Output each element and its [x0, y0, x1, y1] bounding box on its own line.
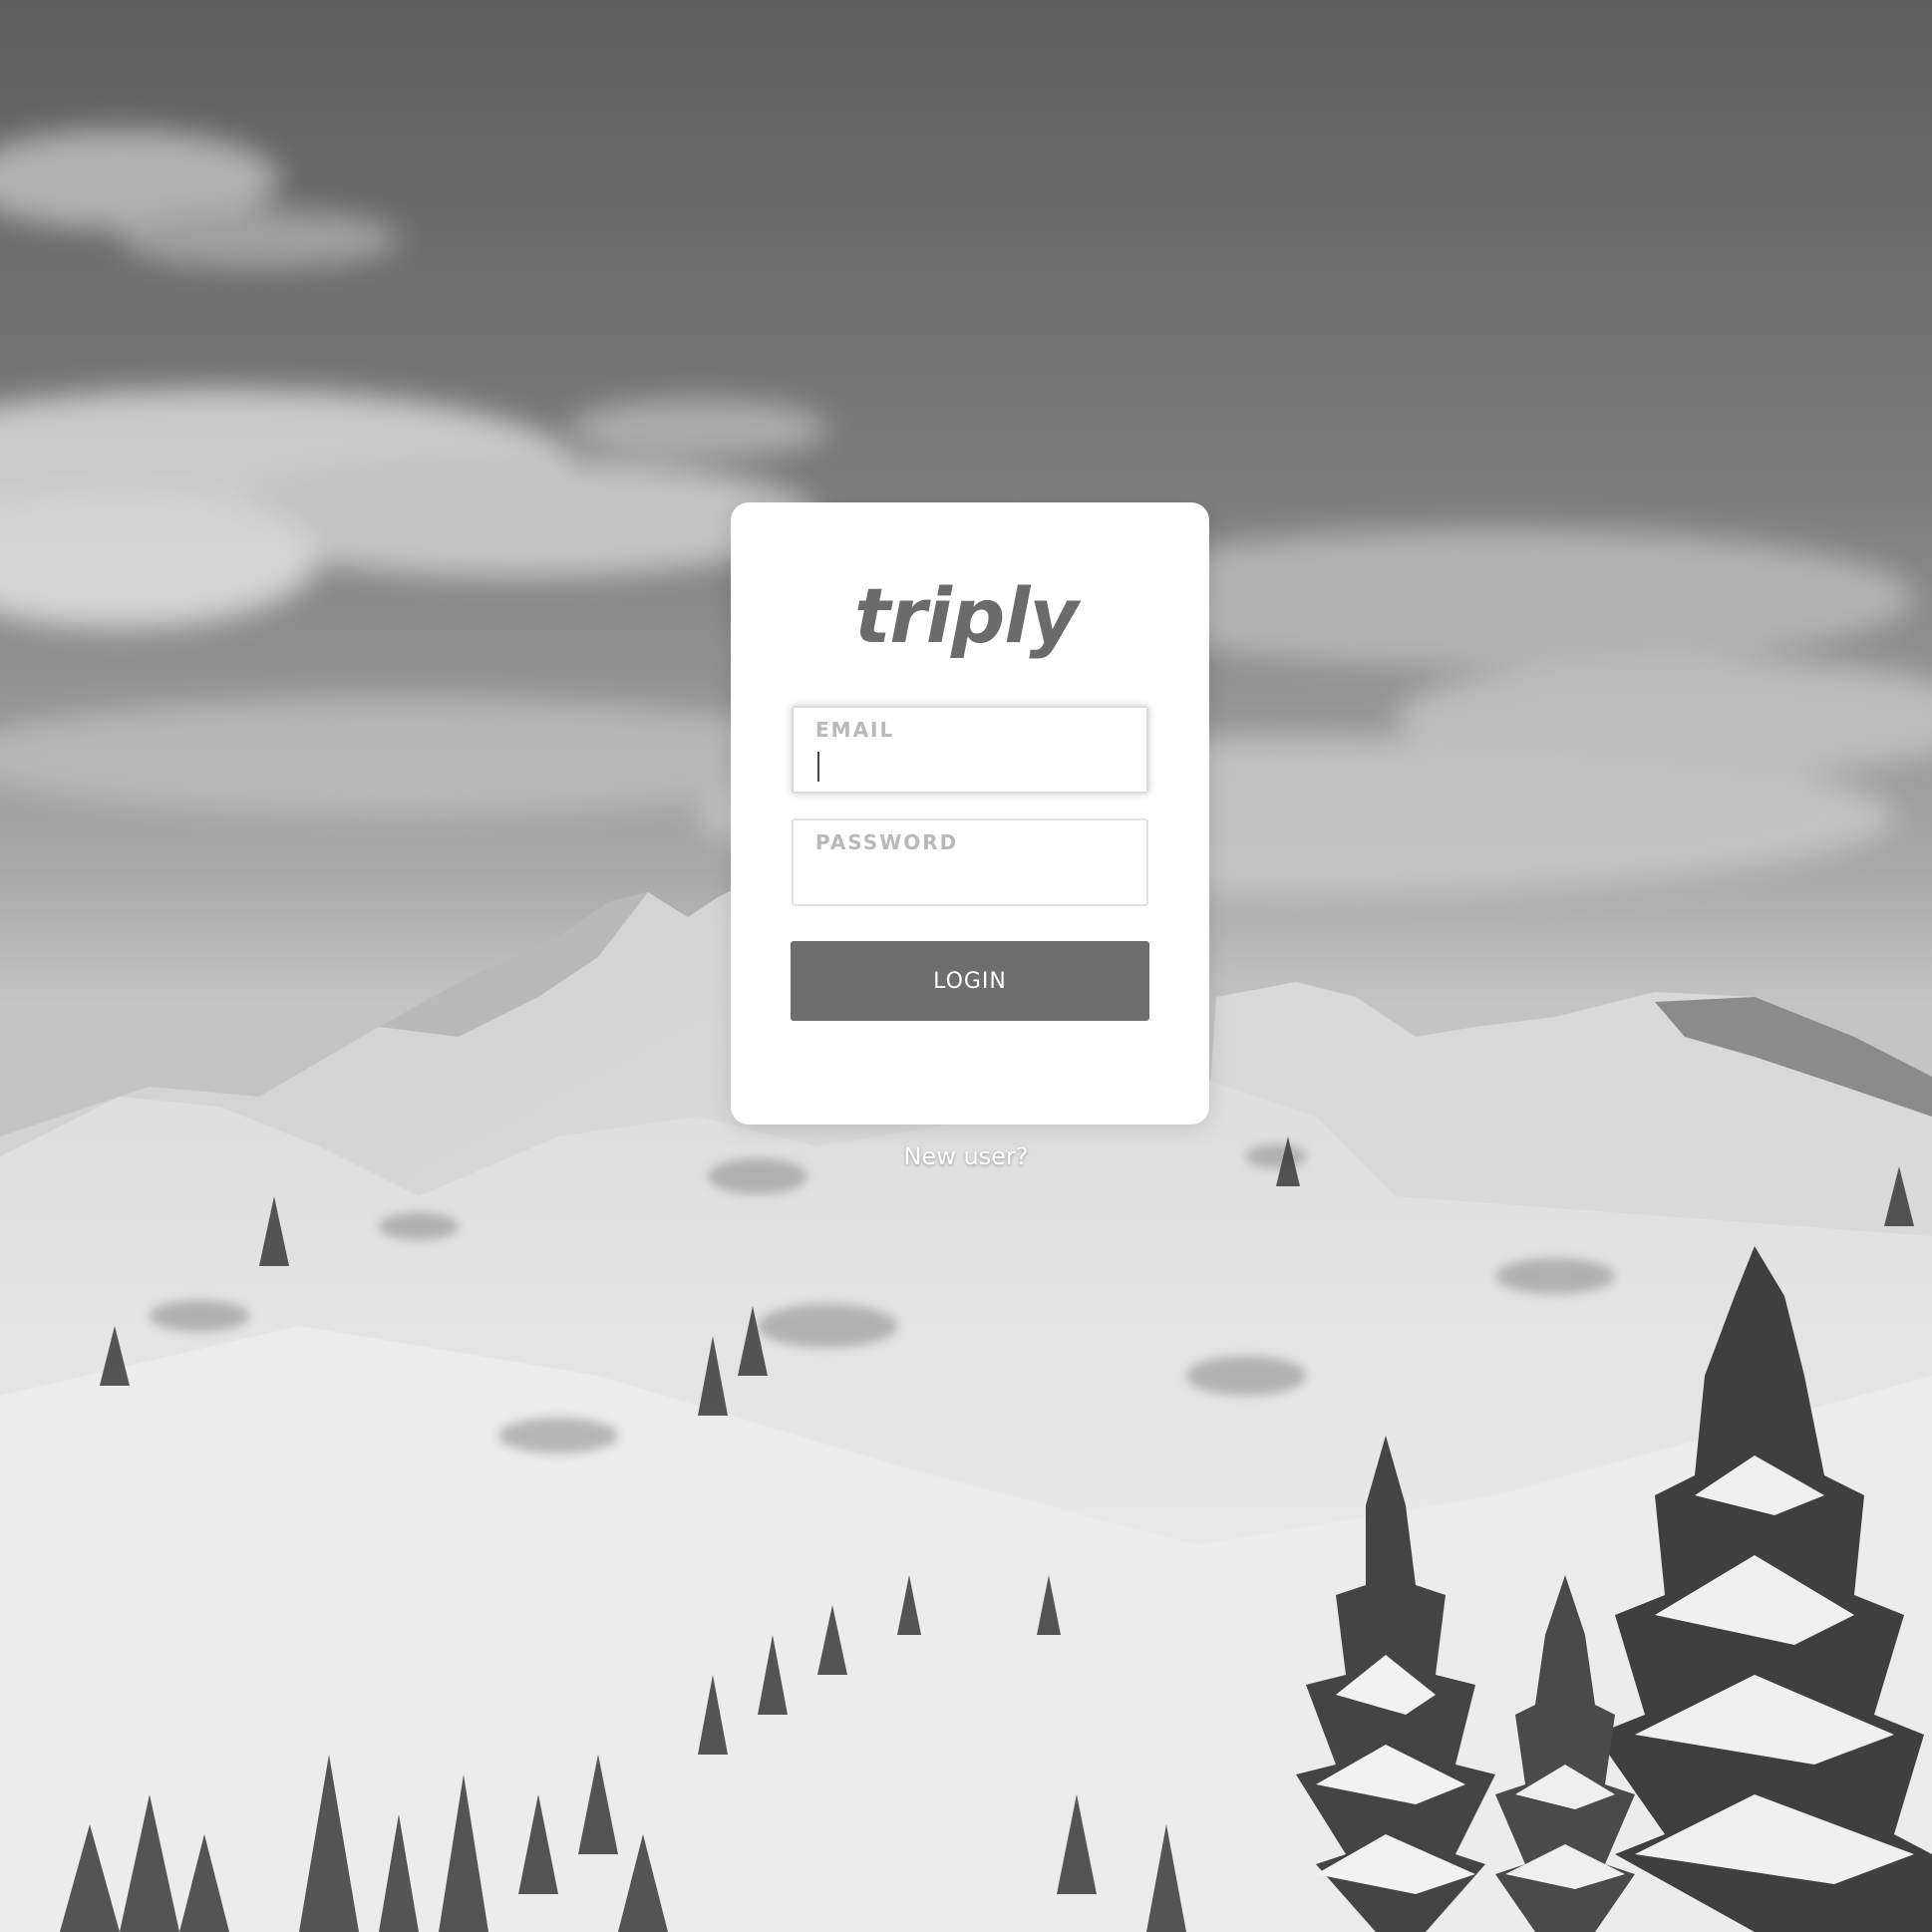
- triply-logo: triply: [854, 571, 1079, 660]
- email-label: EMAIL: [815, 718, 895, 742]
- new-user-link[interactable]: New user?: [0, 1142, 1932, 1170]
- password-field[interactable]: PASSWORD: [792, 818, 1148, 906]
- login-button[interactable]: LOGIN: [791, 941, 1149, 1021]
- email-field[interactable]: EMAIL: [792, 706, 1148, 794]
- password-label: PASSWORD: [815, 830, 959, 854]
- text-caret: [817, 752, 819, 782]
- email-input[interactable]: [815, 748, 1125, 784]
- password-input[interactable]: [815, 860, 1125, 896]
